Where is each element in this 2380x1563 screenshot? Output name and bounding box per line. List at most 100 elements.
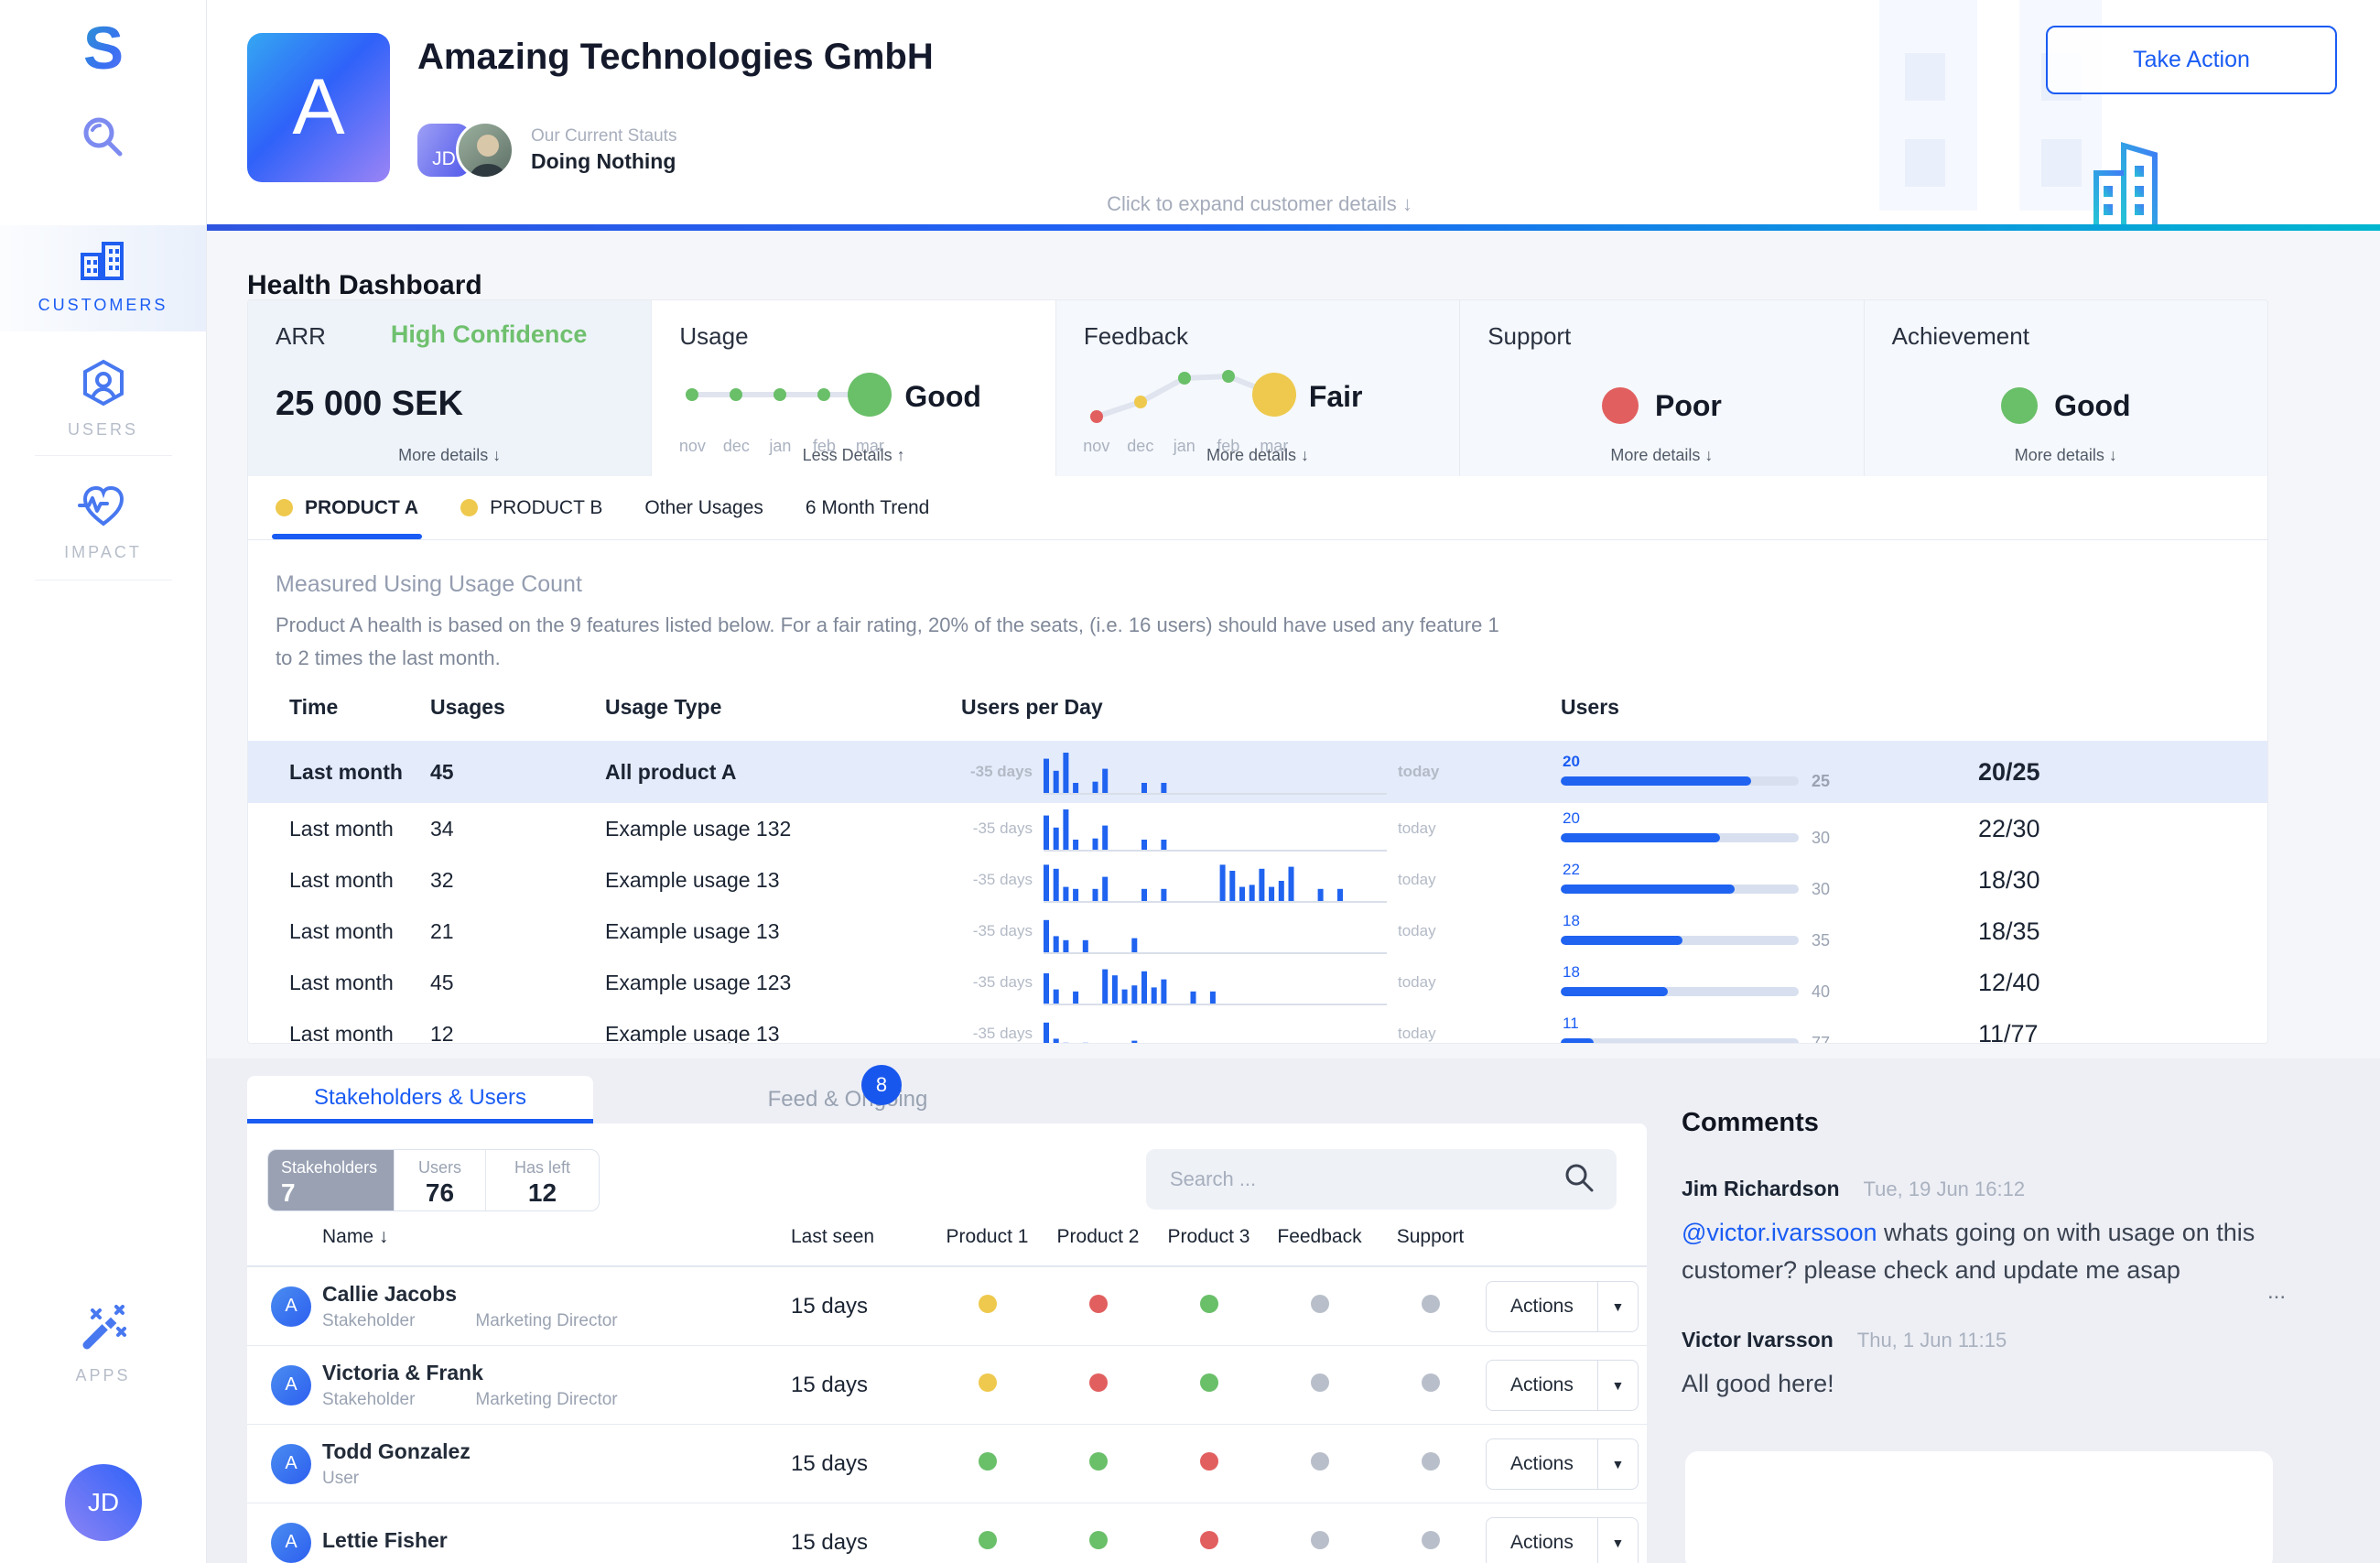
usage-row[interactable]: Last month21Example usage 13-35 daystoda…: [248, 906, 2267, 957]
usage-row[interactable]: Last month12Example usage 13-35 daystoda…: [248, 1008, 2267, 1044]
card-label: Support: [1488, 322, 1835, 351]
person-name: Callie Jacobs: [322, 1282, 769, 1307]
person-avatar: A: [271, 1286, 311, 1327]
actions-button[interactable]: Actions▼: [1486, 1360, 1639, 1411]
mention-link[interactable]: @victor.ivarssoon: [1682, 1219, 1877, 1246]
chevron-down-icon[interactable]: ▼: [1597, 1361, 1638, 1410]
comment-input[interactable]: [1685, 1451, 2273, 1563]
usage-card[interactable]: Usage Good novdecjanfebmar Less Details …: [651, 300, 1055, 476]
comment-item: Jim RichardsonTue, 19 Jun 16:12@victor.i…: [1682, 1177, 2304, 1289]
person-row[interactable]: ATodd GonzalezUser15 daysActions▼: [247, 1424, 1647, 1503]
actions-button[interactable]: Actions▼: [1486, 1281, 1639, 1332]
users-ratio: 20/25: [1978, 758, 2267, 787]
section-title: Health Dashboard: [247, 270, 482, 301]
status-dot-cell: [932, 1452, 1043, 1475]
more-details-link[interactable]: More details ↓: [1865, 446, 2267, 465]
building-icon: [80, 270, 127, 286]
company-avatar: A: [247, 33, 390, 182]
more-details-link[interactable]: More details ↓: [1056, 446, 1459, 465]
user-avatar[interactable]: JD: [65, 1464, 142, 1541]
product-tab[interactable]: PRODUCT B: [460, 476, 602, 539]
achievement-status-dot: [2001, 387, 2038, 424]
usage-row[interactable]: Last month45Example usage 123-35 daystod…: [248, 957, 2267, 1008]
users-bar-fill: [1561, 776, 1751, 786]
usage-count: 32: [430, 868, 605, 893]
more-details-link[interactable]: More details ↓: [248, 446, 651, 465]
sidebar-item-label: USERS: [0, 420, 206, 440]
usage-row[interactable]: Last month45All product A-35 daystoday20…: [248, 741, 2267, 803]
status-dot: [1311, 1295, 1329, 1313]
profile-photo[interactable]: [456, 121, 514, 179]
users-bar: [1561, 936, 1799, 945]
person-last-seen: 15 days: [769, 1451, 932, 1477]
product-tab[interactable]: 6 Month Trend: [806, 476, 929, 539]
users-max: 30: [1812, 829, 1830, 848]
search-input[interactable]: [1168, 1167, 1563, 1192]
users-per-day-chart: -35 daystoday: [961, 748, 1561, 796]
actions-button[interactable]: Actions▼: [1486, 1438, 1639, 1490]
gradient-building-icon: [2087, 133, 2164, 233]
achievement-card[interactable]: Achievement Good More details ↓: [1864, 300, 2267, 476]
status-dot-cell: [1375, 1452, 1486, 1475]
usage-table-header: TimeUsagesUsage TypeUsers per DayUsers: [248, 695, 2267, 741]
column-header: Usage Type: [605, 695, 961, 720]
usage-count: 21: [430, 919, 605, 944]
sidebar-item-apps[interactable]: APPS: [0, 1305, 206, 1385]
usage-row[interactable]: Last month34Example usage 132-35 daystod…: [248, 803, 2267, 854]
sidebar-item-impact[interactable]: IMPACT: [0, 483, 206, 562]
chevron-down-icon[interactable]: ▼: [1597, 1439, 1638, 1489]
comment-date: Tue, 19 Jun 16:12: [1864, 1178, 2026, 1201]
feedback-card[interactable]: Feedback Fair novdecjanfebmar More detai…: [1055, 300, 1459, 476]
tab-stakeholders-users[interactable]: Stakeholders & Users: [247, 1076, 593, 1123]
arr-card[interactable]: ARR High Confidence 25 000 SEK More deta…: [248, 300, 651, 476]
spark-start-label: -35 days: [961, 973, 1033, 992]
tab-feed-ongoing[interactable]: Feed & Ongoing: [719, 1076, 976, 1123]
person-role: Stakeholder: [322, 1390, 415, 1409]
person-avatar: A: [271, 1444, 311, 1484]
status-dot: [979, 1531, 997, 1549]
health-panel: ARR High Confidence 25 000 SEK More deta…: [247, 299, 2268, 1044]
actions-button[interactable]: Actions▼: [1486, 1517, 1639, 1563]
users-value: 20: [1563, 810, 1909, 826]
person-row[interactable]: ACallie JacobsStakeholderMarketing Direc…: [247, 1266, 1647, 1345]
usage-time: Last month: [248, 760, 430, 785]
status-dot: [1422, 1373, 1440, 1392]
sidebar-item-label: IMPACT: [0, 543, 206, 562]
users-per-day-chart: -35 daystoday: [961, 856, 1561, 904]
status-label: Our Current Stauts: [531, 126, 676, 147]
sidebar-item-customers[interactable]: CUSTOMERS: [0, 225, 206, 331]
stat-stakeholders[interactable]: Stakeholders7: [268, 1150, 394, 1210]
people-search[interactable]: [1146, 1149, 1617, 1210]
status-dot: [1311, 1452, 1329, 1471]
column-header[interactable]: Name ↓: [322, 1226, 769, 1248]
product-tab[interactable]: PRODUCT A: [276, 476, 418, 539]
expand-details-hint[interactable]: Click to expand customer details ↓: [207, 192, 2312, 216]
less-details-link[interactable]: Less Details ↑: [652, 446, 1055, 465]
stat-users[interactable]: Users76: [394, 1150, 485, 1210]
more-details-link[interactable]: More details ↓: [1460, 446, 1863, 465]
usage-type: Example usage 13: [605, 1022, 961, 1045]
actions-label: Actions: [1487, 1361, 1597, 1410]
users-bar-fill: [1561, 987, 1668, 996]
person-row[interactable]: ALettie Fisher15 daysActions▼: [247, 1503, 1647, 1563]
chevron-down-icon[interactable]: ▼: [1597, 1282, 1638, 1331]
sidebar-search-button[interactable]: [0, 112, 207, 168]
product-tab[interactable]: Other Usages: [644, 476, 763, 539]
usage-count: 12: [430, 1022, 605, 1045]
spark-end-label: today: [1398, 819, 1453, 838]
usage-row[interactable]: Last month32Example usage 13-35 daystoda…: [248, 854, 2267, 906]
person-row[interactable]: AVictoria & FrankStakeholderMarketing Di…: [247, 1345, 1647, 1424]
column-header: Product 3: [1153, 1226, 1264, 1248]
comment-more-link[interactable]: ...: [2267, 1279, 2286, 1305]
support-card[interactable]: Support Poor More details ↓: [1459, 300, 1863, 476]
stat-has-left[interactable]: Has left12: [485, 1150, 599, 1210]
person-avatar: A: [271, 1523, 311, 1563]
sidebar-item-users[interactable]: USERS: [0, 359, 206, 440]
chevron-down-icon[interactable]: ▼: [1597, 1518, 1638, 1563]
users-progress: 1835: [1561, 913, 1978, 950]
feedback-trend: Fair novdecjanfebmar: [1084, 358, 1432, 459]
users-per-day-chart: -35 daystoday: [961, 959, 1561, 1006]
take-action-button[interactable]: Take Action: [2046, 26, 2337, 94]
status-dot-cell: [932, 1531, 1043, 1554]
achievement-rating: Good: [2054, 389, 2131, 423]
